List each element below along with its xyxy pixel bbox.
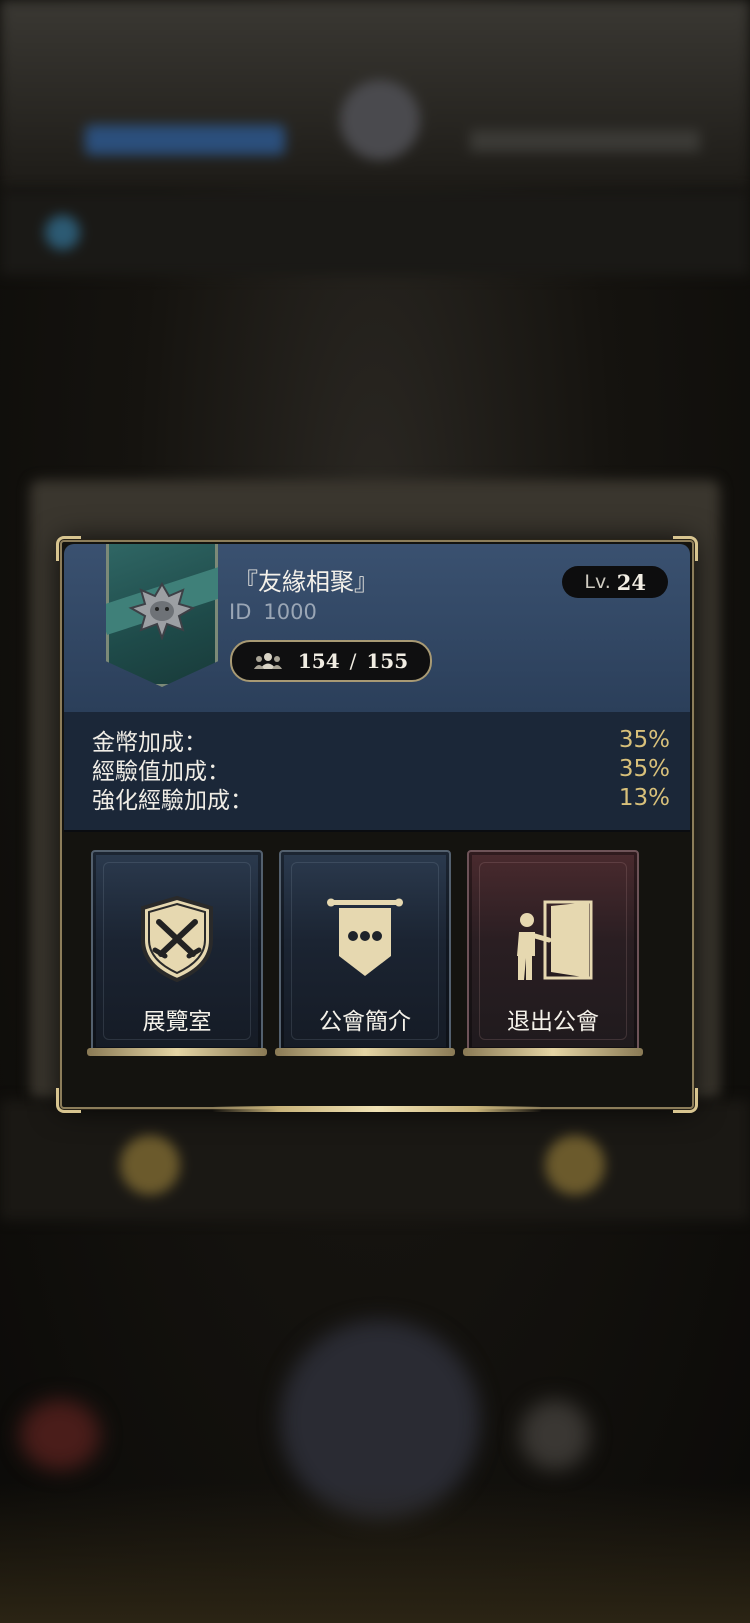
guild-level-badge: Lv. 24	[562, 566, 668, 598]
background-lower-row	[0, 1100, 750, 1220]
members-max: 155	[366, 649, 409, 673]
level-prefix: Lv.	[584, 571, 611, 593]
exit-door-icon	[517, 900, 593, 980]
background-row	[0, 190, 750, 275]
guild-name: 『友緣相聚』	[234, 568, 378, 596]
guild-bonus-section: 金幣加成： 35% 經驗值加成： 35% 強化經驗加成： 13%	[64, 712, 690, 832]
guild-intro-button[interactable]: 公會簡介	[275, 850, 455, 1056]
guild-header: 『友緣相聚』 ID 1000 Lv. 24 154 / 155	[64, 544, 690, 712]
member-count: 154 / 155	[230, 640, 432, 682]
guild-intro-label: 公會簡介	[319, 1009, 411, 1035]
corner-ornament	[56, 1088, 81, 1113]
guild-info-panel: 『友緣相聚』 ID 1000 Lv. 24 154 / 155 金幣加成： 35…	[56, 536, 698, 1113]
dragon-crest-icon	[128, 582, 196, 640]
bonus-row-exp: 經驗值加成： 35%	[92, 755, 670, 785]
exhibition-room-button[interactable]: 展覽室	[87, 850, 267, 1056]
guild-id-label: ID	[229, 600, 252, 624]
background-left-button	[20, 1400, 100, 1470]
exhibition-room-label: 展覽室	[142, 1009, 212, 1035]
level-value: 24	[616, 569, 646, 595]
corner-ornament	[673, 1088, 698, 1113]
leave-guild-button[interactable]: 退出公會	[463, 850, 643, 1056]
bottom-trim	[212, 1106, 542, 1112]
group-icon	[253, 653, 282, 669]
shield-swords-icon	[141, 895, 213, 983]
members-current: 154	[297, 649, 340, 673]
bonus-row-gold: 金幣加成： 35%	[92, 726, 670, 756]
members-separator: /	[349, 649, 357, 673]
bonus-value: 13%	[618, 785, 670, 811]
guild-id-value: 1000	[263, 600, 317, 624]
leave-guild-label: 退出公會	[507, 1009, 599, 1035]
background-right-button	[520, 1400, 590, 1470]
bonus-value: 35%	[618, 727, 670, 753]
background-floor	[0, 1483, 750, 1623]
guild-id: ID 1000	[229, 600, 317, 624]
bonus-row-enhance-exp: 強化經驗加成： 13%	[92, 784, 670, 814]
bonus-label: 強化經驗加成：	[92, 788, 253, 814]
background-top-bar	[0, 0, 750, 190]
screen: 『友緣相聚』 ID 1000 Lv. 24 154 / 155 金幣加成： 35…	[0, 0, 750, 1623]
banner-ellipsis-icon	[327, 898, 403, 976]
guild-emblem	[106, 544, 218, 687]
bonus-value: 35%	[618, 756, 670, 782]
